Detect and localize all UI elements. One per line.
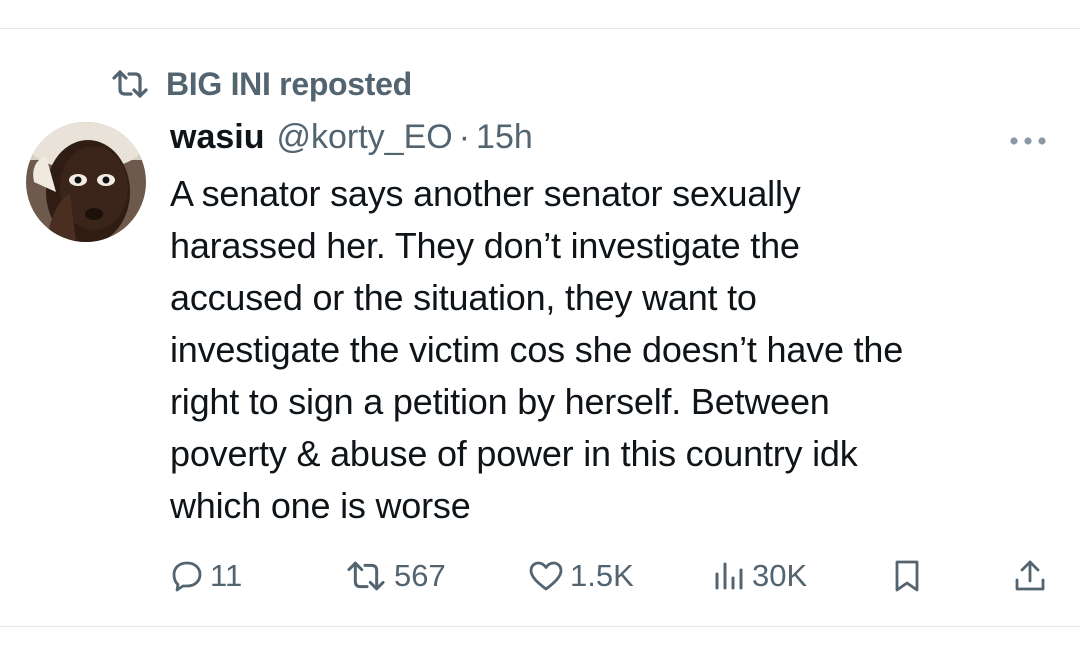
separator-dot: · <box>458 118 471 156</box>
retweet-count: 567 <box>394 558 446 593</box>
heart-icon <box>528 560 564 592</box>
like-button[interactable]: 1.5K <box>528 552 634 600</box>
bookmark-icon <box>890 558 924 594</box>
views-icon <box>712 560 746 592</box>
views-button[interactable]: 30K <box>712 552 807 600</box>
more-options-button[interactable] <box>1004 128 1052 156</box>
tweet-actions: 11 567 1.5K 30K <box>0 552 1080 600</box>
tweet-timestamp[interactable]: 15h <box>476 118 533 157</box>
bottom-divider <box>0 626 1080 627</box>
reply-count: 11 <box>210 558 243 593</box>
tweet-text: A senator says another senator sexually … <box>170 173 904 526</box>
more-options-icon <box>1008 133 1048 151</box>
tweet-header: wasiu @korty_EO · 15h <box>170 118 533 164</box>
reply-button[interactable]: 11 <box>170 552 242 600</box>
top-divider <box>0 28 1080 29</box>
repost-label: BIG INI reposted <box>166 65 412 102</box>
author-avatar[interactable] <box>26 122 146 242</box>
reply-icon <box>170 559 204 593</box>
tweet-page: BIG INI reposted wasiu @korty_EO · 15h A… <box>0 0 1080 655</box>
views-count: 30K <box>752 558 808 593</box>
avatar-photo <box>26 122 146 242</box>
author-handle[interactable]: @korty_EO <box>276 118 452 157</box>
repost-icon <box>108 68 152 100</box>
retweet-button[interactable]: 567 <box>344 552 446 600</box>
author-display-name[interactable]: wasiu <box>170 118 264 157</box>
repost-icon <box>344 560 388 592</box>
bookmark-button[interactable] <box>890 552 924 600</box>
share-icon <box>1012 558 1048 594</box>
share-button[interactable] <box>1012 552 1048 600</box>
repost-context[interactable]: BIG INI reposted <box>108 62 412 106</box>
like-count: 1.5K <box>570 558 634 593</box>
